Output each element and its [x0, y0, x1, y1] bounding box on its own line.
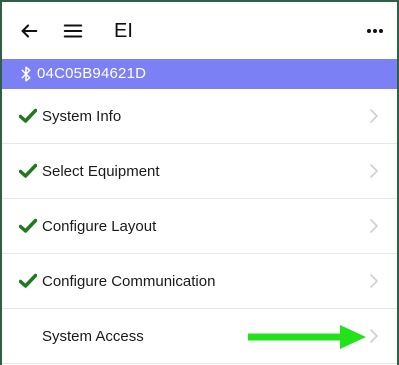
device-banner: 04C05B94621D — [2, 59, 397, 89]
check-icon — [18, 108, 38, 124]
menu-item-label: Select Equipment — [42, 163, 160, 180]
device-id: 04C05B94621D — [37, 65, 147, 82]
app-title: EI — [114, 20, 133, 42]
green-arrow-annotation — [248, 325, 366, 349]
setup-menu-list: System Info Select Equipment Configure L… — [2, 89, 397, 364]
check-icon — [18, 163, 38, 179]
hamburger-menu-icon[interactable] — [62, 20, 84, 42]
top-app-bar: EI — [2, 2, 397, 59]
menu-item-label: Configure Communication — [42, 273, 216, 290]
chevron-right-icon — [369, 273, 379, 289]
back-arrow-icon[interactable] — [18, 20, 40, 42]
menu-item-system-access[interactable]: System Access — [2, 309, 397, 364]
menu-item-configure-layout[interactable]: Configure Layout — [2, 199, 397, 254]
check-icon — [18, 273, 38, 289]
menu-item-system-info[interactable]: System Info — [2, 89, 397, 144]
menu-item-label: System Info — [42, 108, 122, 125]
chevron-right-icon — [369, 163, 379, 179]
check-icon — [18, 218, 38, 234]
bluetooth-icon — [17, 65, 35, 83]
menu-item-select-equipment[interactable]: Select Equipment — [2, 144, 397, 199]
app-window: EI 04C05B94621D System Info Select Equip… — [0, 0, 399, 365]
chevron-right-icon — [369, 108, 379, 124]
menu-item-label: Configure Layout — [42, 218, 157, 235]
menu-item-label: System Access — [42, 328, 144, 345]
more-dots-icon[interactable] — [363, 19, 387, 43]
chevron-right-icon — [369, 328, 379, 344]
chevron-right-icon — [369, 218, 379, 234]
menu-item-configure-communication[interactable]: Configure Communication — [2, 254, 397, 309]
